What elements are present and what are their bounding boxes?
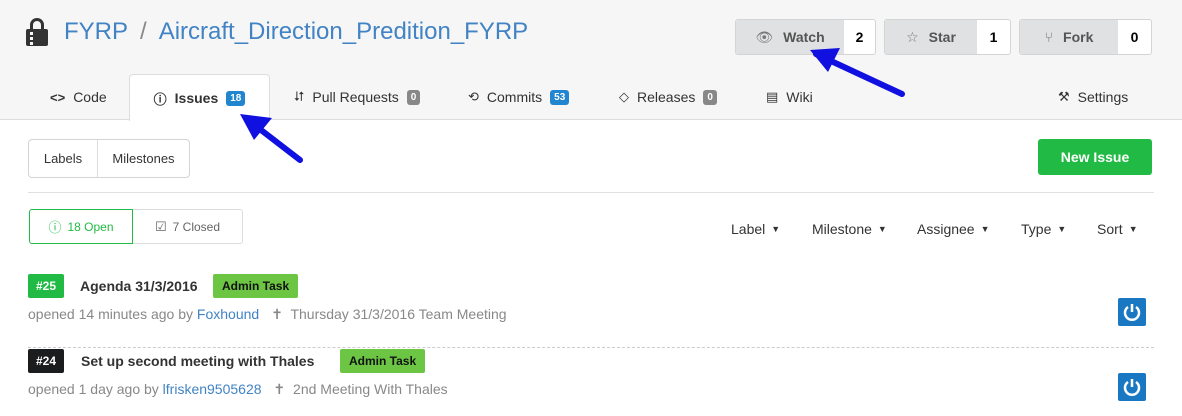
open-issues-label: 18 Open xyxy=(67,219,114,234)
tab-code[interactable]: <> Code xyxy=(50,74,107,120)
watch-label: Watch xyxy=(783,29,825,45)
fork-button[interactable]: ⑂ Fork xyxy=(1020,20,1118,54)
closed-issues-tab[interactable]: ☑ 7 Closed xyxy=(133,209,243,244)
issue-meta: opened 1 day ago by lfrisken9505628 ✝ 2n… xyxy=(28,381,448,398)
history-icon: ⟲ xyxy=(468,89,479,104)
star-count[interactable]: 1 xyxy=(977,20,1010,54)
tab-releases[interactable]: ◇ Releases 0 xyxy=(619,74,717,120)
pull-requests-count-badge: 0 xyxy=(406,89,421,105)
issue-label[interactable]: Admin Task xyxy=(213,274,299,298)
tab-wiki[interactable]: ▤ Wiki xyxy=(766,74,813,120)
issues-count-badge: 18 xyxy=(226,90,246,106)
watch-count[interactable]: 2 xyxy=(844,20,875,54)
issue-row: #25 Agenda 31/3/2016 Admin Task opened 1… xyxy=(28,274,1154,348)
issue-author-link[interactable]: Foxhound xyxy=(197,306,259,322)
issue-author-link[interactable]: lfrisken9505628 xyxy=(163,381,262,397)
filter-label-dropdown[interactable]: Label ▼ xyxy=(731,220,780,238)
book-icon: ▤ xyxy=(766,89,779,104)
caret-down-icon: ▼ xyxy=(980,224,990,234)
tab-wiki-label: Wiki xyxy=(786,89,813,105)
filter-type-text: Type xyxy=(1021,221,1052,237)
issue-opened-text: opened 14 minutes ago by xyxy=(28,306,194,322)
avatar[interactable] xyxy=(1118,373,1146,401)
releases-count-badge: 0 xyxy=(703,89,717,105)
labels-button[interactable]: Labels xyxy=(29,140,97,177)
issue-label[interactable]: Admin Task xyxy=(340,349,426,373)
lock-icon xyxy=(26,18,48,46)
tab-releases-label: Releases xyxy=(637,89,696,105)
code-icon: <> xyxy=(50,89,66,105)
repo-title: FYRP / Aircraft_Direction_Predition_FYRP xyxy=(26,18,528,46)
tab-code-label: Code xyxy=(73,89,107,105)
issue-opened-icon: ⓘ xyxy=(48,220,62,235)
issue-opened-text: opened 1 day ago by xyxy=(28,381,159,397)
eye-icon: 👁︎ xyxy=(755,28,774,45)
watch-button-group: 👁︎ Watch 2 xyxy=(735,19,876,55)
caret-down-icon: ▼ xyxy=(771,224,781,234)
issue-state-tabs: ⓘ 18 Open ☑ 7 Closed xyxy=(29,209,243,244)
filter-sort-text: Sort xyxy=(1097,221,1123,237)
caret-down-icon: ▼ xyxy=(1057,224,1067,234)
watch-button[interactable]: 👁︎ Watch xyxy=(736,20,844,54)
filter-milestone-text: Milestone xyxy=(812,221,872,237)
star-icon: ☆ xyxy=(906,28,919,45)
milestones-button[interactable]: Milestones xyxy=(97,140,189,177)
issue-milestone-text[interactable]: Thursday 31/3/2016 Team Meeting xyxy=(290,306,506,322)
filter-sort-dropdown[interactable]: Sort ▼ xyxy=(1097,220,1138,238)
repo-name-link[interactable]: Aircraft_Direction_Predition_FYRP xyxy=(159,18,528,46)
fork-count[interactable]: 0 xyxy=(1118,20,1151,54)
new-issue-button[interactable]: New Issue xyxy=(1038,139,1152,175)
issue-number-badge[interactable]: #25 xyxy=(28,274,65,298)
tab-commits-label: Commits xyxy=(486,89,543,105)
git-pull-request-icon: ⮃ xyxy=(294,89,305,104)
issue-milestone-text[interactable]: 2nd Meeting With Thales xyxy=(293,381,448,397)
repo-separator: / xyxy=(140,18,147,45)
issue-closed-icon: ☑ xyxy=(154,218,167,234)
caret-down-icon: ▼ xyxy=(877,224,887,234)
issue-title-link[interactable]: Set up second meeting with Thales xyxy=(81,353,314,369)
tab-pull-requests[interactable]: ⮃ Pull Requests 0 xyxy=(294,74,421,120)
star-button-group: ☆ Star 1 xyxy=(884,19,1011,55)
issue-row: #24 Set up second meeting with Thales Ad… xyxy=(28,349,1154,416)
power-icon xyxy=(1123,304,1141,321)
repo-owner-link[interactable]: FYRP xyxy=(64,18,128,46)
milestone-icon: ✝ xyxy=(273,381,286,397)
caret-down-icon: ▼ xyxy=(1128,224,1138,234)
filter-type-dropdown[interactable]: Type ▼ xyxy=(1021,220,1066,238)
tab-issues-label: Issues xyxy=(174,90,219,106)
repo-header: FYRP / Aircraft_Direction_Predition_FYRP… xyxy=(0,0,1182,121)
filter-milestone-dropdown[interactable]: Milestone ▼ xyxy=(812,220,887,238)
issue-title-link[interactable]: Agenda 31/3/2016 xyxy=(80,278,198,294)
filter-label-text: Label xyxy=(731,221,766,237)
tab-pull-requests-label: Pull Requests xyxy=(312,89,399,105)
tab-settings-label: Settings xyxy=(1077,89,1129,105)
fork-button-group: ⑂ Fork 0 xyxy=(1019,19,1152,55)
avatar[interactable] xyxy=(1118,298,1146,326)
labels-milestones-menu: Labels Milestones xyxy=(28,139,190,178)
tab-settings[interactable]: ⚒ Settings xyxy=(1058,74,1128,120)
filter-assignee-text: Assignee xyxy=(917,221,975,237)
divider xyxy=(28,192,1154,193)
tag-icon: ◇ xyxy=(619,89,629,104)
issue-opened-icon: ⓘ xyxy=(153,91,167,107)
star-button[interactable]: ☆ Star xyxy=(885,20,977,54)
tab-issues[interactable]: ⓘ Issues 18 xyxy=(129,74,270,121)
tab-commits[interactable]: ⟲ Commits 53 xyxy=(468,74,570,120)
repo-tabs: <> Code ⓘ Issues 18 ⮃ Pull Requests 0 ⟲ … xyxy=(0,74,1182,121)
milestone-icon: ✝ xyxy=(271,306,283,322)
open-issues-tab[interactable]: ⓘ 18 Open xyxy=(29,209,133,244)
power-icon xyxy=(1123,379,1141,396)
issue-number-badge[interactable]: #24 xyxy=(28,349,65,373)
fork-label: Fork xyxy=(1063,29,1094,45)
issue-meta: opened 14 minutes ago by Foxhound ✝ Thur… xyxy=(28,306,507,323)
tools-icon: ⚒ xyxy=(1058,89,1070,104)
closed-issues-label: 7 Closed xyxy=(172,219,221,234)
filter-assignee-dropdown[interactable]: Assignee ▼ xyxy=(917,220,990,238)
fork-icon: ⑂ xyxy=(1044,29,1054,45)
star-label: Star xyxy=(928,29,956,45)
commits-count-badge: 53 xyxy=(550,89,570,105)
